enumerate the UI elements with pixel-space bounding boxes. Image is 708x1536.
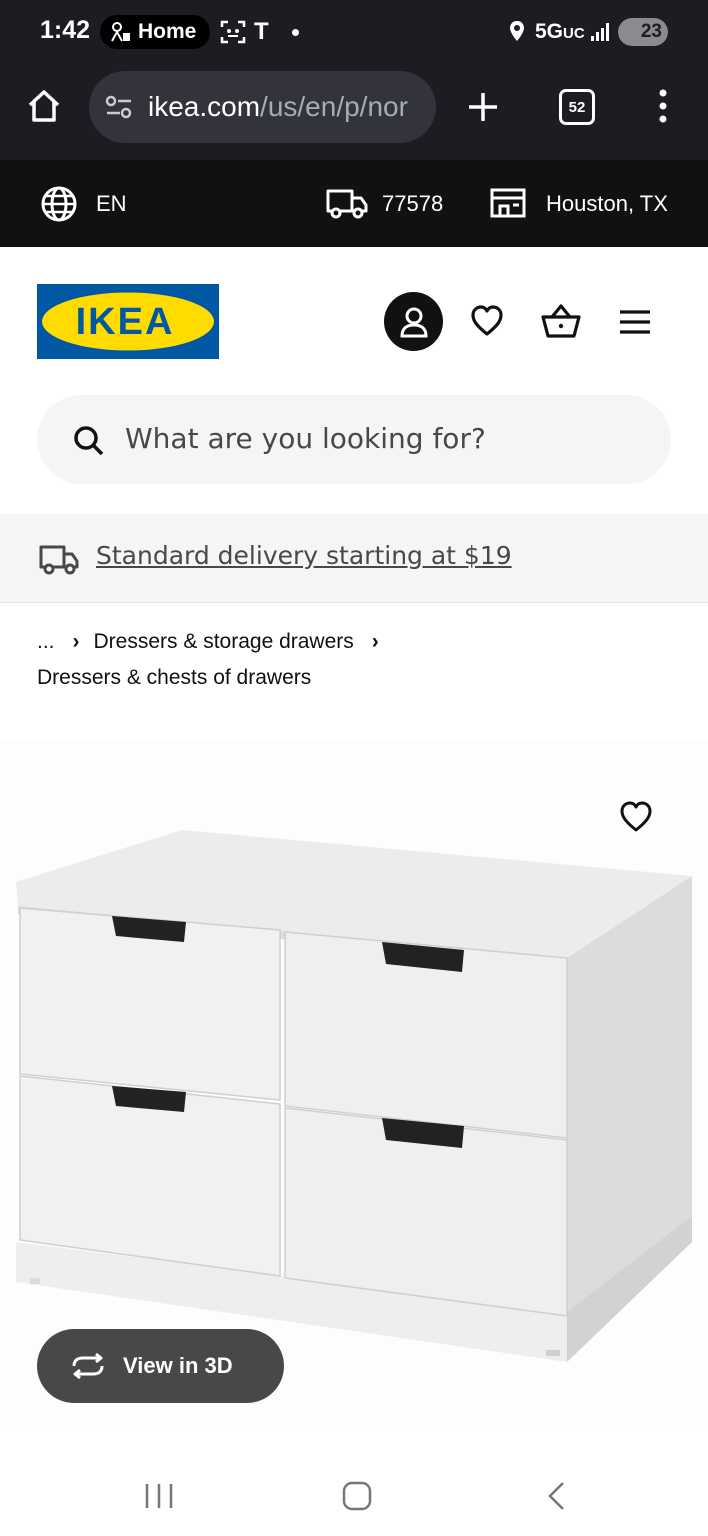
breadcrumb-ellipsis[interactable]: ... — [37, 630, 55, 654]
globe-icon[interactable] — [40, 185, 78, 223]
back-nav-icon[interactable] — [545, 1480, 567, 1512]
location-person-icon — [111, 22, 130, 42]
view-in-3d-label: View in 3D — [123, 1353, 233, 1378]
address-bar[interactable]: ikea.com/us/en/p/nor — [89, 71, 436, 143]
store-selector[interactable]: Houston, TX — [546, 191, 668, 217]
location-pin-icon — [510, 21, 524, 41]
new-tab-icon[interactable] — [466, 90, 500, 124]
zip-code-selector[interactable]: 77578 — [382, 191, 443, 217]
status-bar: 1:42 Home T 5GUC 23 — [0, 0, 708, 66]
person-icon — [399, 307, 428, 337]
tab-count: 52 — [568, 98, 586, 116]
screenshot-icon — [220, 20, 246, 44]
breadcrumb-separator-icon: › — [371, 630, 379, 653]
hamburger-menu-icon[interactable] — [619, 309, 651, 335]
search-icon — [74, 426, 104, 456]
network-label: 5GUC — [535, 20, 585, 43]
delivery-truck-icon[interactable] — [325, 187, 369, 219]
browser-toolbar: ikea.com/us/en/p/nor 52 — [0, 66, 708, 161]
delivery-banner: Standard delivery starting at $19 — [0, 514, 708, 603]
status-time: 1:42 — [40, 16, 91, 44]
language-selector[interactable]: EN — [96, 191, 127, 217]
rotate-3d-icon — [72, 1353, 104, 1379]
system-navigation-bar — [0, 1450, 708, 1536]
battery-level: 23 — [640, 21, 662, 42]
site-settings-icon[interactable] — [105, 95, 133, 119]
breadcrumb-dressers-storage[interactable]: Dressers & storage drawers — [94, 630, 354, 654]
home-nav-icon[interactable] — [341, 1480, 373, 1512]
ikea-logo[interactable]: IKEA — [37, 284, 219, 359]
signal-icon — [591, 23, 609, 41]
delivery-truck-icon — [39, 545, 79, 575]
home-label: Home — [138, 20, 197, 43]
tab-switcher-button[interactable]: 52 — [559, 89, 595, 125]
ikea-logo-text: IKEA — [76, 301, 175, 343]
search-input[interactable]: What are you looking for? — [37, 395, 671, 484]
account-button[interactable] — [384, 292, 443, 351]
url-text: ikea.com/us/en/p/nor — [148, 91, 408, 122]
carrier-t-icon: T — [254, 18, 269, 45]
breadcrumb-separator-icon: › — [72, 630, 80, 653]
store-icon[interactable] — [489, 187, 527, 219]
breadcrumb-dressers-chests[interactable]: Dressers & chests of drawers — [37, 666, 311, 689]
locale-strip: EN 77578 Houston, TX — [0, 160, 708, 247]
search-placeholder: What are you looking for? — [125, 422, 486, 455]
home-location-pill: Home — [100, 15, 210, 49]
recent-apps-icon[interactable] — [144, 1482, 174, 1510]
breadcrumb: ... › Dressers & storage drawers › Dress… — [37, 626, 393, 689]
home-icon[interactable] — [26, 88, 62, 124]
product-image[interactable] — [12, 826, 696, 1366]
delivery-link[interactable]: Standard delivery starting at $19 — [96, 541, 512, 570]
heart-icon[interactable] — [470, 305, 504, 337]
shopping-bag-icon[interactable] — [541, 303, 581, 339]
notification-dot-icon — [292, 29, 299, 36]
more-menu-icon[interactable] — [657, 89, 669, 123]
battery-indicator: 23 — [618, 18, 668, 46]
view-in-3d-button[interactable]: View in 3D — [37, 1329, 284, 1403]
